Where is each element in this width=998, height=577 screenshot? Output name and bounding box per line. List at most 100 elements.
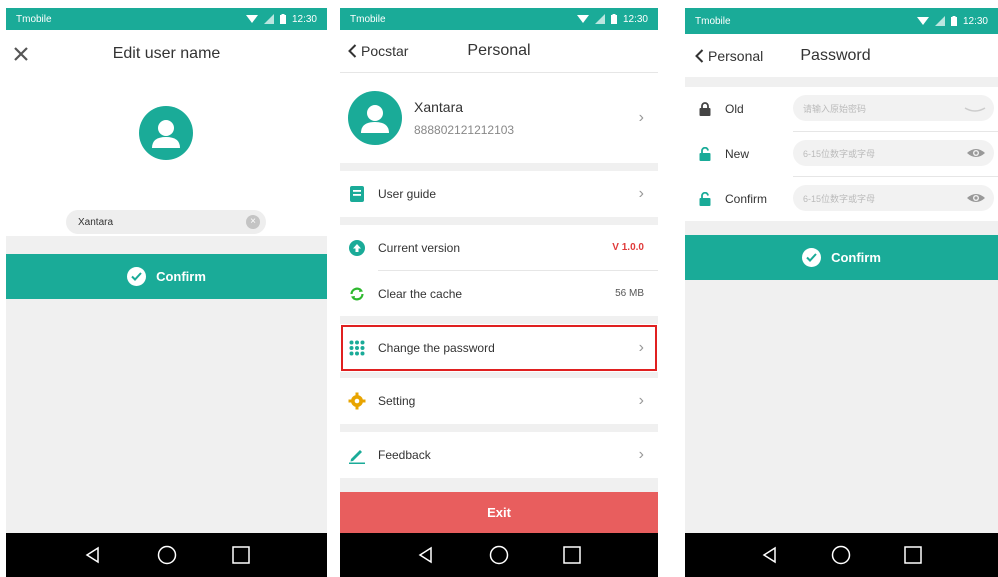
menu-item-label: Current version: [378, 240, 461, 255]
menu-item-label: User guide: [378, 187, 437, 201]
wifi-icon: [245, 15, 258, 23]
confirm-label: Confirm: [831, 250, 881, 265]
old-placeholder: 请输入原始密码: [803, 103, 867, 114]
new-password-input[interactable]: 6-15位数字或字母: [793, 140, 994, 166]
page-title: Edit user name: [112, 45, 221, 62]
signal-icon: [263, 14, 274, 24]
confirm-password-input[interactable]: 6-15位数字或字母: [793, 185, 994, 211]
status-bar: Tmobile 12:30: [685, 8, 998, 34]
home-circle-icon[interactable]: [157, 545, 177, 565]
user-icon: [152, 120, 180, 148]
upload-icon: [348, 239, 366, 257]
menu-item-change-password[interactable]: Change the password ›: [340, 324, 658, 372]
menu-item-feedback[interactable]: Feedback ›: [340, 432, 658, 478]
android-nav-bar: [685, 533, 998, 577]
title-bar: Edit user name: [6, 30, 327, 78]
lock-open-icon: [699, 147, 711, 161]
wifi-icon: [576, 15, 589, 23]
eye-icon[interactable]: [966, 146, 986, 160]
old-password-row: Old 请输入原始密码: [685, 87, 998, 131]
menu-item-current-version[interactable]: Current version V 1.0.0: [340, 225, 658, 270]
new-password-row: New 6-15位数字或字母: [685, 132, 998, 176]
menu-item-label: Change the password: [378, 341, 495, 355]
menu-item-clear-cache[interactable]: Clear the cache 56 MB: [340, 271, 658, 316]
back-triangle-icon[interactable]: [417, 546, 435, 564]
password-screen: Tmobile 12:30 Personal Password Old 请输入原…: [685, 8, 998, 577]
battery-icon: [610, 14, 617, 24]
personal-screen: Tmobile 12:30 Pocstar Personal Xantara 8…: [340, 8, 658, 577]
user-icon: [361, 105, 389, 133]
menu-item-user-guide[interactable]: User guide ›: [340, 171, 658, 217]
edit-username-screen: Tmobile 12:30 Edit user name Xantara × C…: [6, 8, 327, 577]
profile-name: Xantara: [414, 99, 464, 115]
page-title: Password: [800, 46, 871, 64]
guide-icon: [348, 185, 366, 203]
recents-square-icon[interactable]: [231, 546, 250, 564]
username-value: Xantara: [78, 216, 114, 228]
menu-item-label: Feedback: [378, 448, 431, 462]
menu-item-label: Clear the cache: [378, 286, 463, 301]
chevron-right-icon: ›: [638, 339, 644, 356]
profile-number: 888802121212103: [414, 123, 515, 137]
eye-icon[interactable]: [966, 191, 986, 205]
confirm-placeholder: 6-15位数字或字母: [803, 193, 876, 204]
status-bar: Tmobile 12:30: [6, 8, 327, 30]
lock-open-icon: [699, 192, 711, 206]
menu-item-setting[interactable]: Setting ›: [340, 378, 658, 424]
chevron-right-icon: ›: [638, 109, 644, 126]
back-triangle-icon[interactable]: [761, 546, 779, 564]
signal-icon: [934, 16, 945, 26]
grid-icon: [348, 339, 366, 357]
check-icon: [802, 248, 822, 267]
back-triangle-icon[interactable]: [84, 546, 102, 564]
signal-icon: [594, 14, 605, 24]
confirm-label: Confirm: [156, 269, 206, 284]
version-value: V 1.0.0: [612, 242, 644, 253]
eye-closed-icon[interactable]: [964, 101, 986, 115]
status-bar: Tmobile 12:30: [340, 8, 658, 30]
carrier-label: Tmobile: [350, 13, 386, 25]
new-placeholder: 6-15位数字或字母: [803, 148, 876, 159]
android-nav-bar: [340, 533, 658, 577]
avatar: [348, 91, 402, 145]
confirm-button[interactable]: Confirm: [6, 254, 327, 299]
chevron-right-icon: ›: [638, 446, 644, 463]
recents-square-icon[interactable]: [904, 546, 922, 564]
title-bar: Personal Password: [685, 34, 998, 77]
confirm-password-row: Confirm 6-15位数字或字母: [685, 177, 998, 221]
home-circle-icon[interactable]: [489, 545, 509, 565]
clock: 12:30: [622, 13, 648, 25]
menu-item-label: Setting: [378, 394, 416, 408]
battery-icon: [279, 14, 286, 24]
old-label: Old: [725, 102, 744, 116]
old-password-input[interactable]: 请输入原始密码: [793, 95, 994, 121]
cache-size-value: 56 MB: [615, 288, 644, 299]
clock: 12:30: [962, 15, 988, 27]
carrier-label: Tmobile: [695, 15, 731, 27]
pencil-icon: [348, 446, 366, 464]
check-icon: [127, 267, 147, 286]
chevron-right-icon: ›: [638, 185, 644, 202]
exit-button[interactable]: Exit: [340, 492, 658, 533]
clock: 12:30: [291, 13, 317, 25]
chevron-right-icon: ›: [638, 392, 644, 409]
clear-icon[interactable]: ×: [246, 215, 260, 229]
username-input[interactable]: Xantara ×: [66, 210, 266, 234]
new-label: New: [725, 147, 750, 161]
recents-square-icon[interactable]: [563, 546, 581, 564]
home-circle-icon[interactable]: [831, 545, 851, 565]
refresh-icon: [348, 285, 366, 303]
name-editor: Xantara ×: [6, 78, 327, 236]
confirm-button[interactable]: Confirm: [685, 235, 998, 280]
avatar: [139, 106, 193, 160]
profile-card[interactable]: Xantara 888802121212103 ›: [340, 73, 658, 163]
wifi-icon: [916, 17, 929, 25]
gear-icon: [348, 392, 366, 410]
android-nav-bar: [6, 533, 327, 577]
page-title: Personal: [467, 42, 531, 59]
confirm-label: Confirm: [725, 192, 768, 206]
title-bar: Pocstar Personal: [340, 30, 658, 72]
lock-icon: [699, 102, 711, 116]
carrier-label: Tmobile: [16, 13, 52, 25]
battery-icon: [950, 16, 957, 26]
